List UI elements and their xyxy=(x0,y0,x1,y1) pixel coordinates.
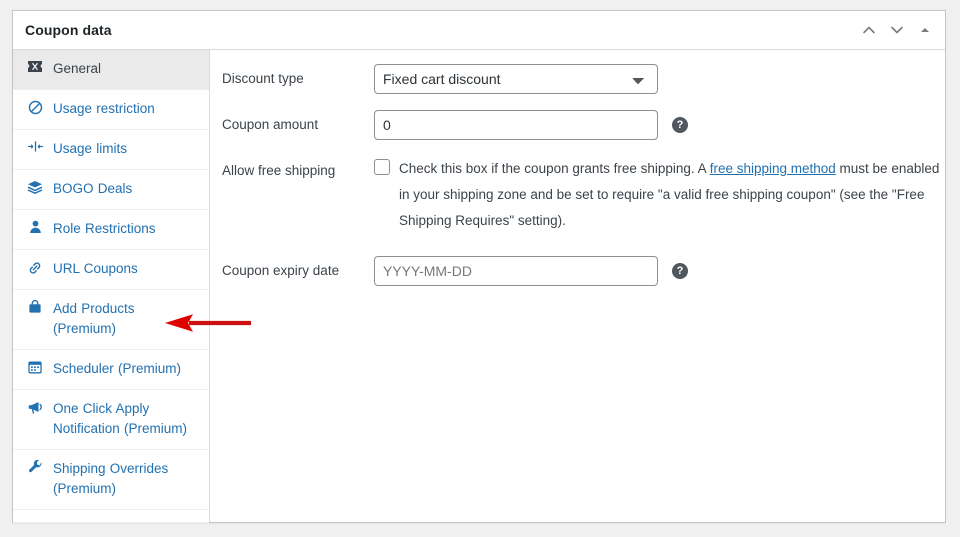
sidebar-filler xyxy=(13,510,209,523)
sidebar-item-usage-restriction[interactable]: Usage restriction xyxy=(13,90,209,130)
sidebar-item-label: Role Restrictions xyxy=(53,219,156,239)
allow-free-shipping-label: Allow free shipping xyxy=(222,156,374,178)
allow-free-shipping-row: Allow free shipping Check this box if th… xyxy=(210,156,945,234)
allow-free-shipping-description: Check this box if the coupon grants free… xyxy=(399,156,942,234)
sidebar-item-shipping-overrides[interactable]: Shipping Overrides (Premium) xyxy=(13,450,209,510)
panel-body: General Usage restriction xyxy=(13,50,945,522)
coupon-amount-row: Coupon amount ? xyxy=(210,110,945,140)
coupon-expiry-date-input[interactable] xyxy=(374,256,658,286)
sidebar-item-url-coupons[interactable]: URL Coupons xyxy=(13,250,209,290)
sidebar-item-label: URL Coupons xyxy=(53,259,138,279)
coupon-amount-help-icon[interactable]: ? xyxy=(672,117,688,133)
coupon-expiry-date-row: Coupon expiry date ? xyxy=(210,256,945,286)
sidebar-item-label: Usage limits xyxy=(53,139,127,159)
sidebar-item-label: Add Products (Premium) xyxy=(53,299,199,339)
allow-free-shipping-field: Check this box if the coupon grants free… xyxy=(374,156,942,234)
sidebar-item-add-products[interactable]: Add Products (Premium) xyxy=(13,290,209,350)
coupon-amount-field: ? xyxy=(374,110,688,140)
sidebar-item-label: Shipping Overrides (Premium) xyxy=(53,459,199,499)
stack-icon xyxy=(25,179,45,194)
wrench-icon xyxy=(25,459,45,475)
coupon-amount-input[interactable] xyxy=(374,110,658,140)
sidebar-item-bogo-deals[interactable]: BOGO Deals xyxy=(13,170,209,210)
person-icon xyxy=(25,219,45,234)
coupon-expiry-date-field: ? xyxy=(374,256,688,286)
no-entry-icon xyxy=(25,99,45,115)
discount-type-label: Discount type xyxy=(222,64,374,86)
sidebar-item-label: Scheduler (Premium) xyxy=(53,359,181,379)
free-shipping-text-before: Check this box if the coupon grants free… xyxy=(399,161,710,176)
panel-header-controls xyxy=(855,11,939,49)
coupon-amount-label: Coupon amount xyxy=(222,110,374,132)
sidebar-item-label: Usage restriction xyxy=(53,99,155,119)
megaphone-icon xyxy=(25,399,45,414)
discount-type-select[interactable]: Fixed cart discount xyxy=(374,64,658,94)
limits-icon xyxy=(25,139,45,153)
sidebar-item-one-click-apply-notification[interactable]: One Click Apply Notification (Premium) xyxy=(13,390,209,450)
page-title: Coupon data xyxy=(13,22,112,38)
ticket-icon xyxy=(25,59,45,73)
discount-type-field: Fixed cart discount xyxy=(374,64,658,94)
sidebar-item-label: BOGO Deals xyxy=(53,179,132,199)
link-icon xyxy=(25,259,45,276)
toggle-panel-icon[interactable] xyxy=(911,15,939,45)
calendar-icon xyxy=(25,359,45,374)
coupon-expiry-date-label: Coupon expiry date xyxy=(222,256,374,278)
sidebar-item-scheduler[interactable]: Scheduler (Premium) xyxy=(13,350,209,390)
move-down-icon[interactable] xyxy=(883,15,911,45)
move-up-icon[interactable] xyxy=(855,15,883,45)
coupon-expiry-date-help-icon[interactable]: ? xyxy=(672,263,688,279)
free-shipping-method-link[interactable]: free shipping method xyxy=(710,161,836,176)
panel-header: Coupon data xyxy=(13,11,945,50)
sidebar-item-label: One Click Apply Notification (Premium) xyxy=(53,399,199,439)
sidebar-item-label: General xyxy=(53,59,101,79)
allow-free-shipping-checkbox[interactable] xyxy=(374,159,390,175)
coupon-data-panel: Coupon data xyxy=(12,10,946,523)
discount-type-row: Discount type Fixed cart discount xyxy=(210,64,945,94)
sidebar-item-role-restrictions[interactable]: Role Restrictions xyxy=(13,210,209,250)
coupon-data-sidebar: General Usage restriction xyxy=(13,50,210,522)
bag-icon xyxy=(25,299,45,314)
sidebar-item-general[interactable]: General xyxy=(13,50,209,90)
general-settings-panel: Discount type Fixed cart discount Coupon… xyxy=(210,50,945,522)
sidebar-item-usage-limits[interactable]: Usage limits xyxy=(13,130,209,170)
